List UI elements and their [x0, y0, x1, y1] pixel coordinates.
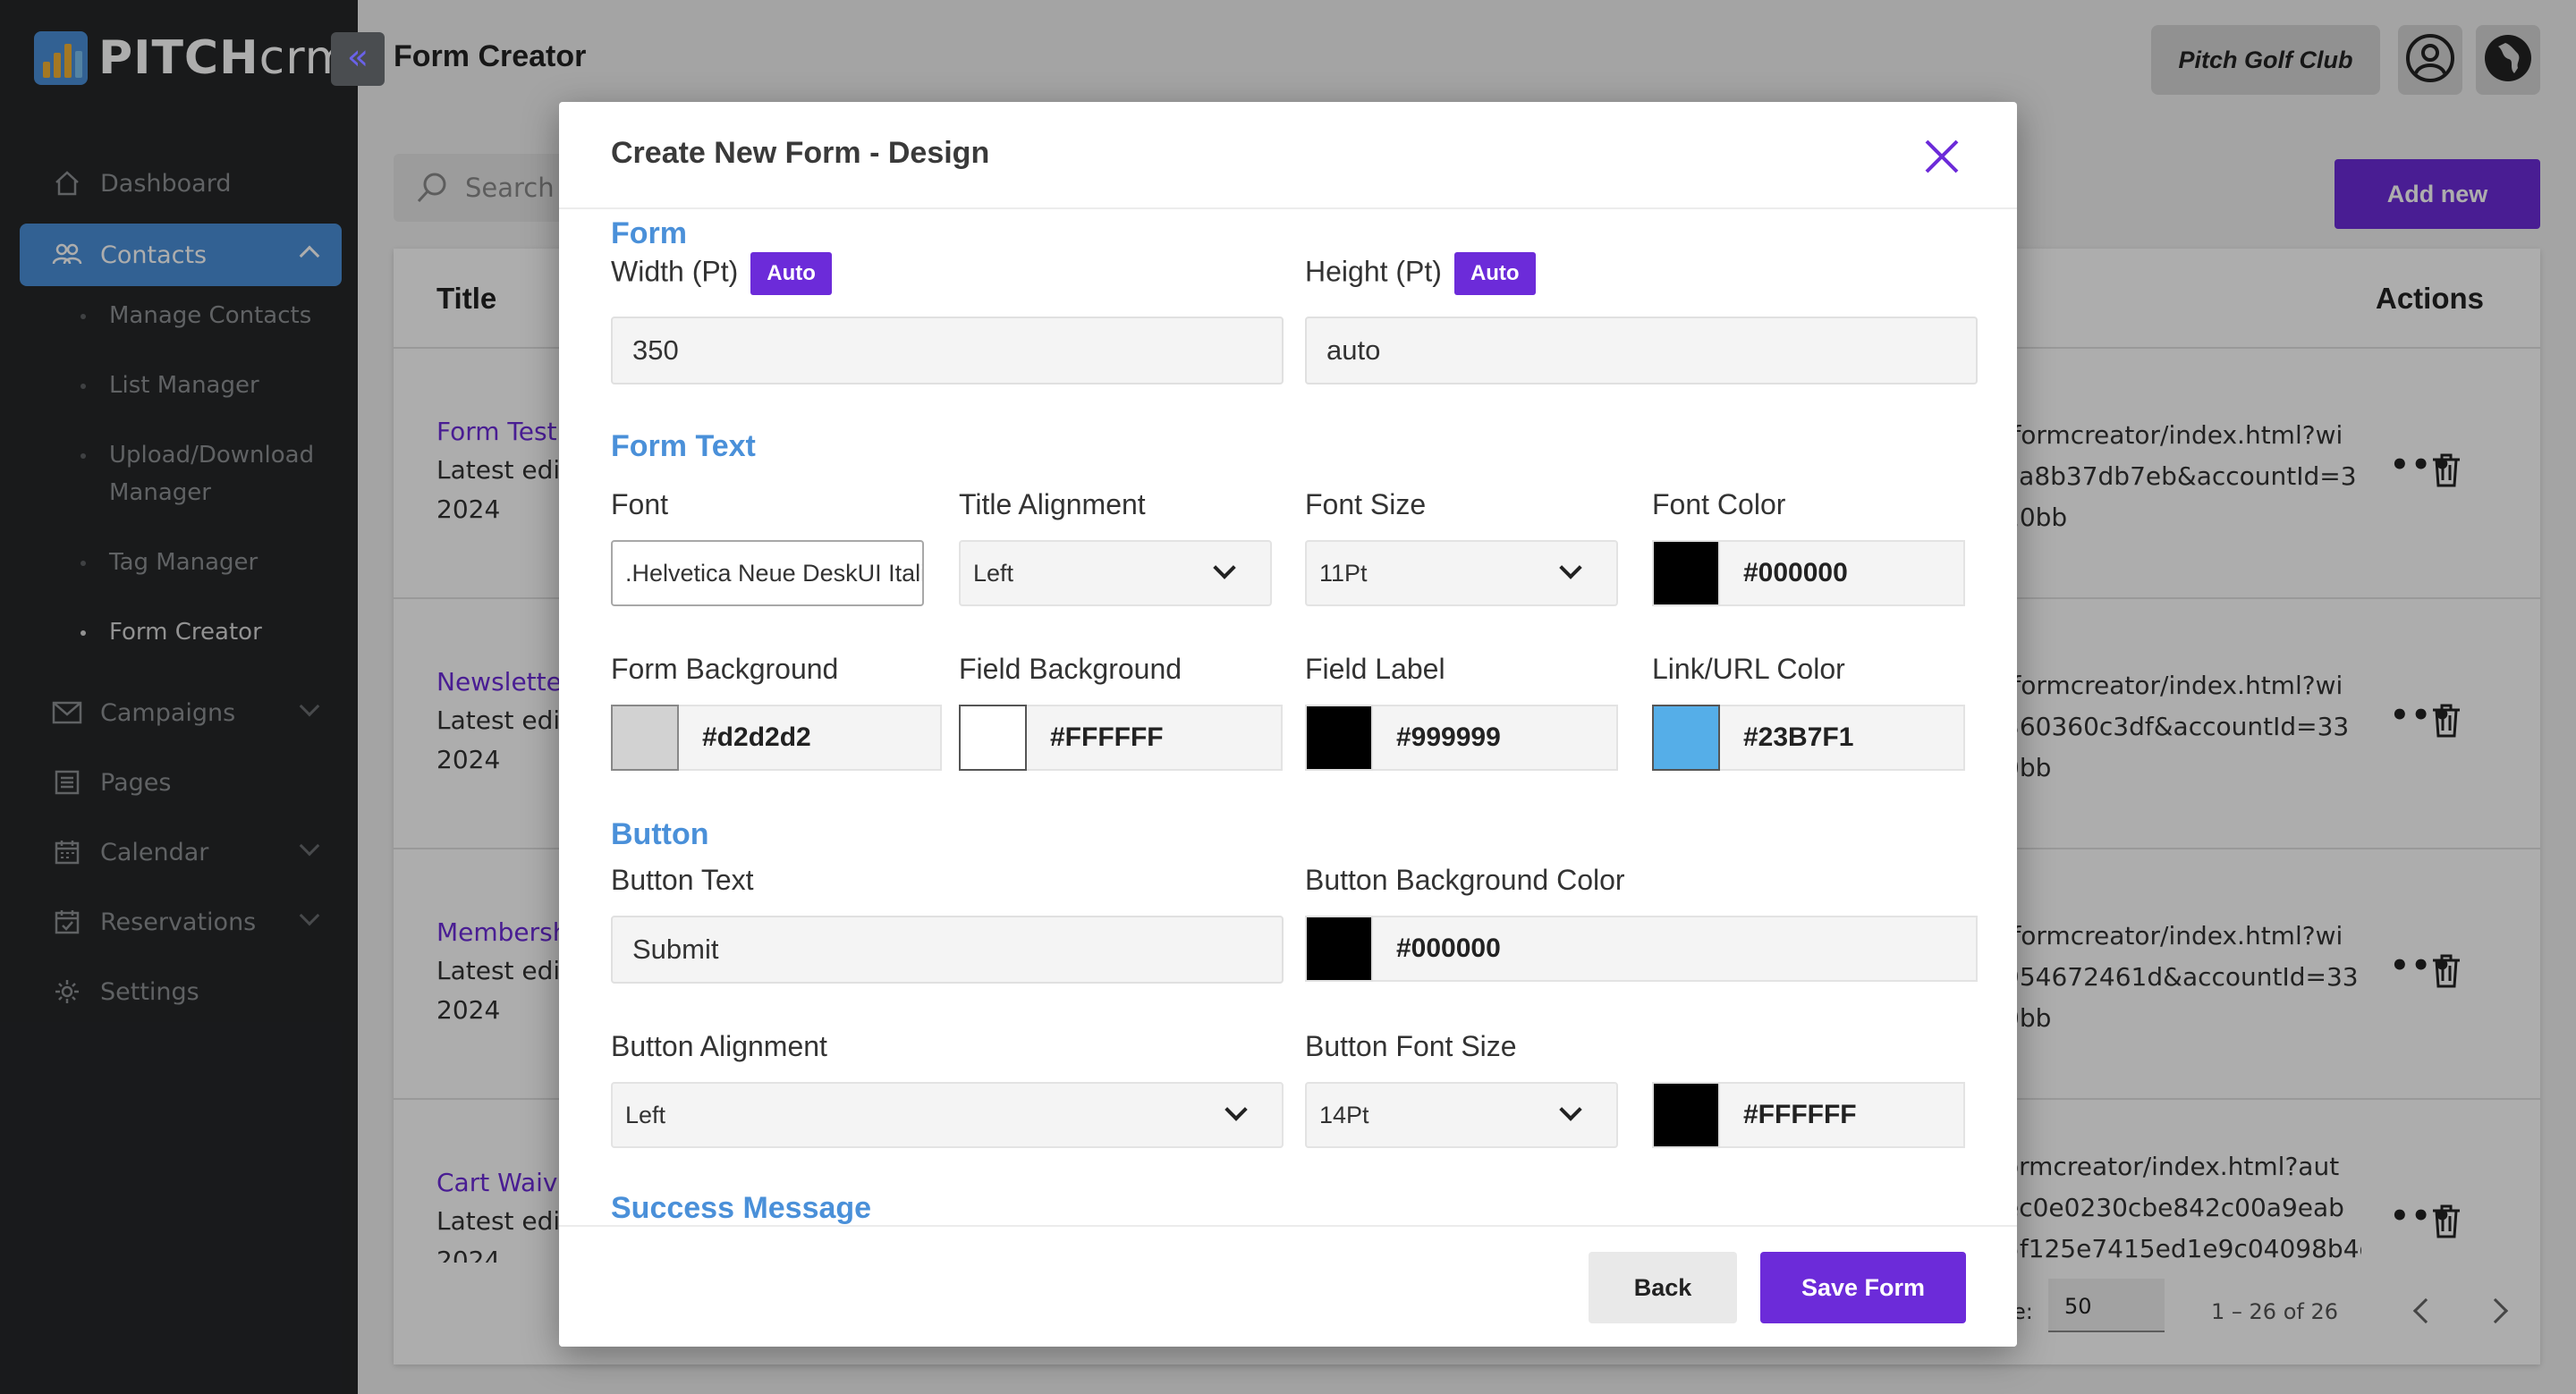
section-title-button: Button — [611, 817, 709, 851]
link-color-picker[interactable]: #23B7F1 — [1652, 705, 1965, 771]
field-label-label: Field Label — [1305, 653, 1445, 685]
form-background-picker[interactable]: #d2d2d2 — [611, 705, 942, 771]
color-hex-input[interactable]: #FFFFFF — [1027, 705, 1283, 771]
color-swatch[interactable] — [1305, 705, 1373, 771]
button-font-size-label: Button Font Size — [1305, 1030, 1517, 1062]
width-auto-badge[interactable]: Auto — [750, 252, 832, 295]
chevron-down-icon — [1213, 556, 1236, 579]
height-input[interactable]: auto — [1305, 317, 1978, 384]
button-font-color-picker[interactable]: #FFFFFF — [1652, 1082, 1965, 1148]
chevron-down-icon — [1224, 1098, 1248, 1121]
font-size-select[interactable]: 11Pt — [1305, 540, 1618, 606]
dialog-title: Create New Form - Design — [611, 136, 990, 170]
color-hex-input[interactable]: #FFFFFF — [1720, 1082, 1965, 1148]
field-background-label: Field Background — [959, 653, 1182, 685]
height-auto-badge[interactable]: Auto — [1453, 252, 1536, 295]
width-label: Width (Pt) Auto — [611, 252, 832, 295]
color-swatch[interactable] — [611, 705, 679, 771]
width-input[interactable]: 350 — [611, 317, 1284, 384]
color-hex-input[interactable]: #999999 — [1373, 705, 1618, 771]
section-title-form: Form — [611, 216, 687, 250]
color-hex-input[interactable]: #d2d2d2 — [679, 705, 942, 771]
link-color-label: Link/URL Color — [1652, 653, 1845, 685]
button-text-input[interactable]: Submit — [611, 916, 1284, 984]
button-bg-color-label: Button Background Color — [1305, 864, 1625, 896]
collapse-sidebar-button[interactable]: « — [331, 32, 385, 86]
color-swatch[interactable] — [959, 705, 1027, 771]
dialog-header: Create New Form - Design — [559, 102, 2017, 209]
title-alignment-select[interactable]: Left — [959, 540, 1272, 606]
button-bg-color-picker[interactable]: #000000 — [1305, 916, 1978, 982]
button-font-size-select[interactable]: 14Pt — [1305, 1082, 1618, 1148]
color-hex-input[interactable]: #000000 — [1373, 916, 1978, 982]
font-color-picker[interactable]: #000000 — [1652, 540, 1965, 606]
back-button[interactable]: Back — [1589, 1252, 1737, 1323]
color-swatch[interactable] — [1652, 1082, 1720, 1148]
font-select[interactable]: .Helvetica Neue DeskUI Italic — [611, 540, 924, 606]
color-swatch[interactable] — [1652, 540, 1720, 606]
color-hex-input[interactable]: #23B7F1 — [1720, 705, 1965, 771]
double-chevron-left-icon: « — [346, 37, 369, 78]
save-form-button[interactable]: Save Form — [1760, 1252, 1966, 1323]
color-swatch[interactable] — [1652, 705, 1720, 771]
section-title-form-text: Form Text — [611, 429, 756, 463]
dialog-body: Form Width (Pt) Auto 350 Height (Pt) Auto … — [559, 211, 2017, 1329]
height-label: Height (Pt) Auto — [1305, 252, 1536, 295]
section-title-success-message: Success Message — [611, 1191, 872, 1225]
color-swatch[interactable] — [1305, 916, 1373, 982]
chevron-down-icon — [1559, 556, 1582, 579]
button-alignment-select[interactable]: Left — [611, 1082, 1284, 1148]
form-background-label: Form Background — [611, 653, 839, 685]
field-background-picker[interactable]: #FFFFFF — [959, 705, 1283, 771]
chevron-down-icon — [1559, 1098, 1582, 1121]
font-color-label: Font Color — [1652, 488, 1786, 520]
dialog-footer: Back Save Form — [559, 1225, 2017, 1347]
close-icon[interactable] — [1921, 136, 1962, 177]
button-text-label: Button Text — [611, 864, 754, 896]
font-label: Font — [611, 488, 669, 520]
button-alignment-label: Button Alignment — [611, 1030, 827, 1062]
font-size-label: Font Size — [1305, 488, 1427, 520]
create-form-dialog: Create New Form - Design Form Width (Pt)… — [559, 102, 2017, 1347]
title-alignment-label: Title Alignment — [959, 488, 1146, 520]
field-label-picker[interactable]: #999999 — [1305, 705, 1618, 771]
color-hex-input[interactable]: #000000 — [1720, 540, 1965, 606]
